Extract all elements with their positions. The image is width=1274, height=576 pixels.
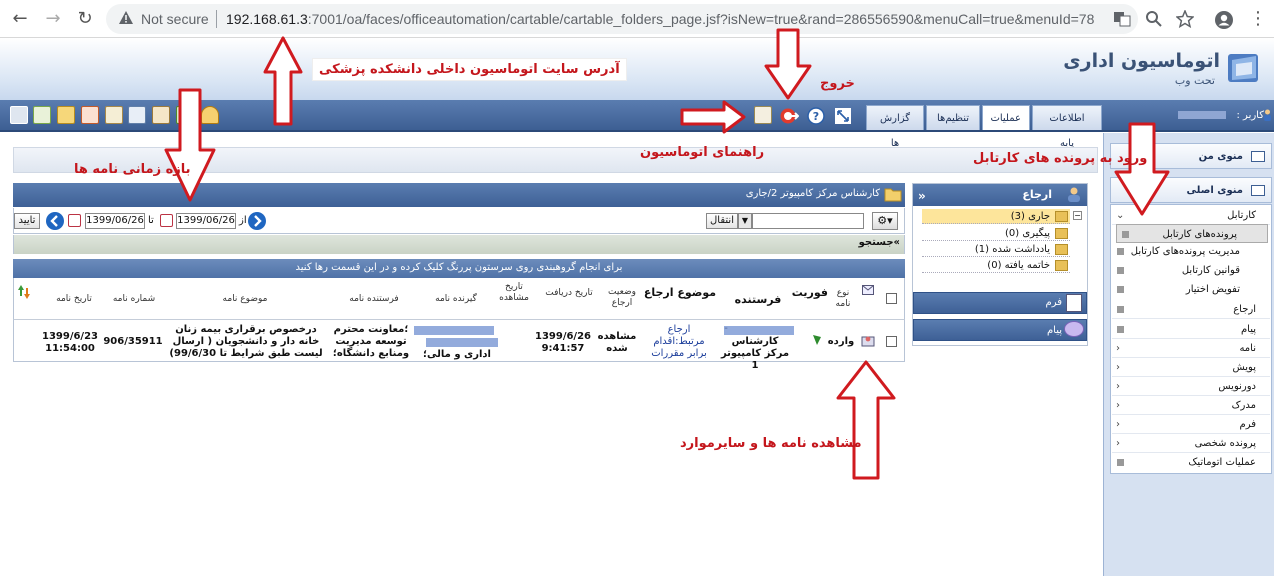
annotation-guide: راهنمای اتوماسیون: [640, 145, 765, 160]
annotation-view-letters: مشاهده نامه ها و سایرموارد: [680, 436, 862, 451]
annotation-arrows: [164, 28, 1170, 480]
annotation-cartable: ورود به پرونده های کارتابل: [973, 151, 1148, 166]
annotation-site-address: آدرس سایت اتوماسیون داخلی دانشکده پزشکی: [312, 58, 627, 81]
annotation-exit: خروج: [820, 76, 855, 91]
annotation-timespan: بازه زمانی نامه ها: [74, 162, 191, 177]
